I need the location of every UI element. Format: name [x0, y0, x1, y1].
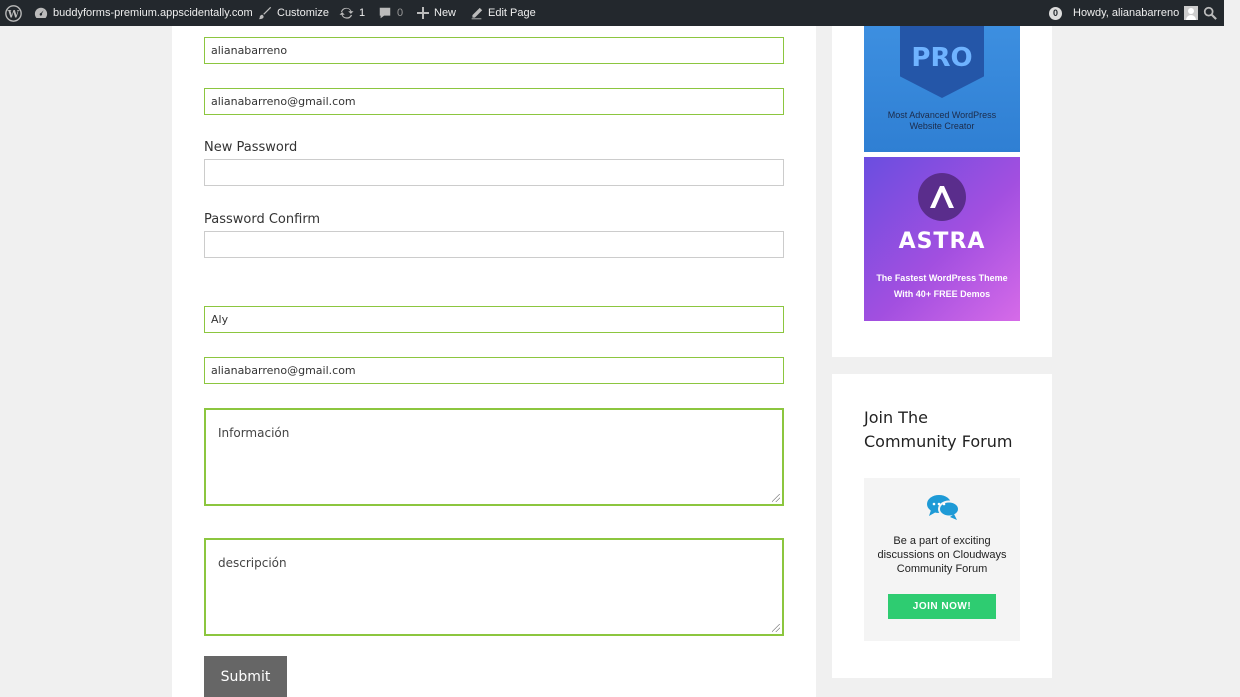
svg-text:W: W — [7, 8, 20, 20]
astra-ad-line2: With 40+ FREE Demos — [893, 289, 991, 299]
community-forum-banner[interactable]: Be a part of exciting discussions on Clo… — [864, 478, 1020, 641]
search-button[interactable] — [1203, 0, 1217, 26]
howdy-label: Howdy, alianabarreno — [1073, 7, 1180, 19]
astra-ad-line1: The Fastest WordPress Theme — [876, 273, 1008, 283]
community-widget-title: Join The Community Forum — [864, 408, 1013, 451]
community-widget: Join The Community Forum Be a part of ex… — [832, 374, 1052, 678]
notification-count-badge: 0 — [1049, 6, 1062, 20]
name-field[interactable]: Aly — [204, 306, 784, 333]
information-textarea[interactable]: Información — [204, 408, 784, 506]
sidebar-ads-widget: PRO Most Advanced WordPress Website Crea… — [832, 26, 1052, 357]
pro-ad-line2: Website Creator — [909, 121, 975, 131]
dashboard-icon — [34, 7, 48, 18]
new-password-label: New Password — [204, 140, 298, 155]
astra-wordmark: ASTRA — [898, 229, 986, 254]
astra-ad-banner[interactable]: ASTRA The Fastest WordPress Theme With 4… — [864, 157, 1020, 321]
pro-ad-line1: Most Advanced WordPress — [887, 110, 997, 120]
email-field-2[interactable]: alianabarreno@gmail.com — [204, 357, 784, 384]
username-field[interactable]: alianabarreno — [204, 37, 784, 64]
admin-bar: W buddyforms-premium.appscidentally.com … — [0, 0, 1224, 26]
updates-link[interactable]: 1 — [339, 0, 365, 26]
community-line2: discussions on Cloudways — [877, 549, 1007, 561]
customize-label: Customize — [277, 7, 329, 19]
avatar — [1184, 6, 1199, 20]
description-textarea[interactable]: descripción — [204, 538, 784, 636]
description-placeholder: descripción — [218, 556, 287, 570]
brush-icon — [258, 6, 272, 20]
edit-page-label: Edit Page — [488, 7, 536, 19]
main-content: alianabarreno alianabarreno@gmail.com Ne… — [172, 26, 816, 697]
pencil-icon — [471, 7, 483, 19]
comments-link[interactable]: 0 — [378, 0, 403, 26]
new-label: New — [434, 7, 457, 19]
community-line1: Be a part of exciting — [893, 535, 991, 547]
pro-ad-banner[interactable]: PRO Most Advanced WordPress Website Crea… — [864, 26, 1020, 152]
site-name-link[interactable]: buddyforms-premium.appscidentally.com — [34, 0, 253, 26]
site-name-label: buddyforms-premium.appscidentally.com — [53, 7, 253, 19]
comments-count: 0 — [397, 7, 404, 19]
plus-icon — [417, 7, 429, 19]
comment-icon — [379, 7, 391, 19]
new-password-field[interactable] — [204, 159, 784, 186]
join-now-button[interactable]: JOIN NOW! — [888, 594, 996, 619]
password-confirm-field[interactable] — [204, 231, 784, 258]
edit-page-link[interactable]: Edit Page — [470, 0, 536, 26]
password-confirm-label: Password Confirm — [204, 212, 321, 227]
resize-handle[interactable] — [772, 494, 780, 502]
my-account-link[interactable]: Howdy, alianabarreno — [1073, 0, 1199, 26]
astra-logo-icon — [918, 173, 966, 221]
community-line3: Community Forum — [896, 563, 988, 575]
search-icon — [1203, 6, 1217, 20]
new-content-link[interactable]: New — [417, 0, 456, 26]
updates-icon — [339, 7, 354, 19]
notifications-link[interactable]: 0 — [1049, 0, 1062, 26]
resize-handle[interactable] — [772, 624, 780, 632]
pro-shield-logo: PRO — [900, 26, 984, 98]
email-field[interactable]: alianabarreno@gmail.com — [204, 88, 784, 115]
customize-link[interactable]: Customize — [258, 0, 329, 26]
submit-button[interactable]: Submit — [204, 656, 287, 697]
information-placeholder: Información — [218, 426, 290, 440]
wordpress-logo-icon[interactable]: W — [5, 0, 22, 26]
chat-bubbles-icon — [927, 495, 960, 520]
community-text: Be a part of exciting discussions on Clo… — [864, 534, 1020, 576]
updates-count: 1 — [359, 7, 366, 19]
